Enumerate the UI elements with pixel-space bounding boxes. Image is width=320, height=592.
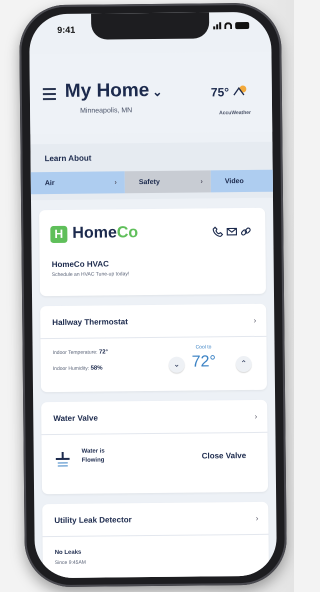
setpoint-down-button[interactable]: ⌄ — [168, 356, 185, 373]
leak-detector-card[interactable]: Utility Leak Detector › No Leaks Since 9… — [42, 501, 270, 579]
battery-icon — [235, 21, 250, 30]
tab-video[interactable]: Video — [210, 169, 277, 193]
leak-detector-title: Utility Leak Detector — [54, 515, 132, 526]
signal-icon — [213, 22, 222, 30]
home-location: Minneapolis, MN — [80, 107, 133, 115]
phone-frame: 9:41 My Home ⌄ Minneapolis, MN 75° AccuW… — [18, 2, 288, 588]
home-title: My Home — [64, 80, 150, 102]
status-bar: 9:41 — [29, 21, 271, 39]
learn-tabs: Air › Safety › Video — [30, 169, 277, 195]
water-valve-title: Water Valve — [53, 413, 98, 424]
dealer-card[interactable]: H HomeCo HomeCo HVAC Schedule an HVAC Tu… — [39, 207, 266, 297]
status-icons — [213, 21, 250, 30]
app-header: My Home ⌄ Minneapolis, MN 75° AccuWeather — [29, 51, 273, 135]
indoor-temperature-value: 72° — [98, 349, 109, 356]
water-valve-status: Water is Flowing — [81, 448, 105, 464]
chevron-down-icon: ⌄ — [152, 84, 163, 99]
thermostat-title: Hallway Thermostat — [52, 317, 128, 328]
chevron-right-icon: › — [114, 178, 117, 186]
chevron-right-icon[interactable]: › — [254, 316, 257, 325]
tab-air[interactable]: Air › — [30, 171, 125, 195]
home-selector[interactable]: My Home ⌄ — [65, 80, 163, 103]
app-screen: 9:41 My Home ⌄ Minneapolis, MN 75° AccuW… — [29, 11, 277, 579]
outdoor-temperature: 75° — [210, 85, 230, 100]
menu-icon[interactable] — [42, 88, 56, 103]
water-valve-card[interactable]: Water Valve › Water is Flowing Close Val… — [41, 399, 269, 495]
divider — [40, 335, 267, 340]
brand-name-part1: Home — [72, 224, 117, 242]
wifi-icon — [224, 22, 233, 30]
close-valve-button[interactable]: Close Valve — [202, 451, 247, 460]
indoor-humidity: Indoor Humidity: 58% — [53, 366, 103, 373]
indoor-temperature-label: Indoor Temperature: — [52, 349, 98, 357]
setpoint-value: 72° — [191, 353, 216, 371]
leak-since: Since 9:45AM — [54, 559, 86, 567]
indoor-humidity-value: 58% — [90, 365, 103, 372]
tab-safety[interactable]: Safety › — [124, 170, 211, 194]
mode-label: Cool to — [195, 344, 212, 351]
divider — [41, 431, 268, 436]
mail-icon[interactable] — [226, 226, 238, 237]
tab-video-label: Video — [224, 177, 244, 185]
tab-safety-label: Safety — [138, 178, 160, 186]
chevron-right-icon[interactable]: › — [255, 412, 258, 421]
indoor-temperature: Indoor Temperature: 72° — [53, 349, 108, 356]
weather-brand: AccuWeather — [219, 109, 252, 117]
brand-name: HomeCo — [72, 224, 138, 243]
chevron-right-icon[interactable]: › — [256, 514, 259, 523]
service-name: HomeCo HVAC — [51, 259, 109, 270]
phone-icon[interactable] — [212, 226, 224, 237]
divider — [42, 533, 269, 538]
brand-name-part2: Co — [116, 224, 139, 242]
thermostat-card[interactable]: Hallway Thermostat › Indoor Temperature:… — [40, 303, 267, 393]
link-icon[interactable] — [240, 226, 251, 237]
product-scene: 9:41 My Home ⌄ Minneapolis, MN 75° AccuW… — [0, 0, 294, 592]
learn-about-section: Learn About Air › Safety › Video — [30, 141, 277, 201]
brand-logo: H — [50, 225, 68, 244]
leak-status: No Leaks — [54, 549, 82, 557]
learn-about-label: Learn About — [44, 153, 92, 164]
partly-cloudy-icon — [233, 85, 247, 96]
contact-icons — [212, 226, 251, 237]
tab-air-label: Air — [44, 179, 55, 187]
status-time: 9:41 — [57, 24, 76, 35]
valve-icon — [55, 451, 70, 467]
service-note: Schedule an HVAC Tune-up today! — [51, 271, 130, 279]
setpoint-up-button[interactable]: ⌃ — [235, 355, 252, 373]
indoor-humidity-label: Indoor Humidity: — [52, 365, 90, 373]
chevron-right-icon: › — [200, 177, 203, 185]
